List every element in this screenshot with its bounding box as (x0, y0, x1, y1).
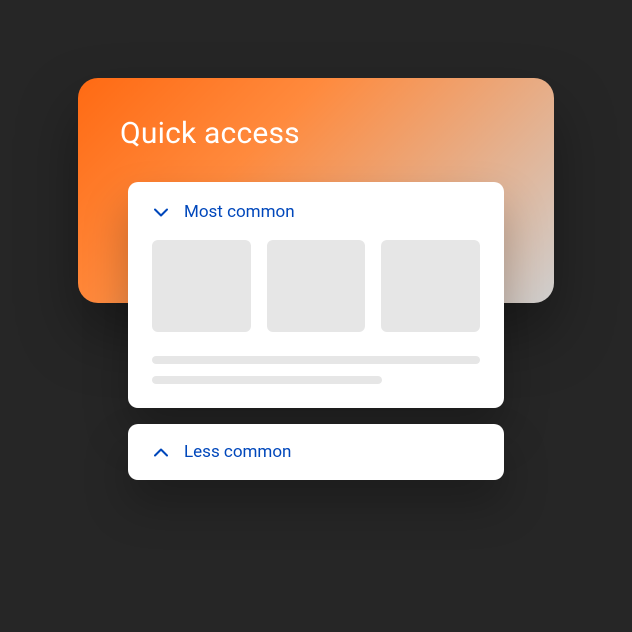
accordion-toggle-most-common[interactable]: Most common (128, 182, 504, 232)
chevron-up-icon (152, 443, 170, 461)
quick-access-title: Quick access (120, 116, 512, 151)
accordion-group: Most common Less common (128, 182, 504, 496)
chevron-down-icon (152, 203, 170, 221)
accordion-panel-most-common: Most common (128, 182, 504, 408)
accordion-label: Most common (184, 202, 295, 222)
text-placeholder-line (152, 356, 480, 364)
tile-row (152, 240, 480, 332)
accordion-panel-less-common: Less common (128, 424, 504, 480)
tile-placeholder[interactable] (267, 240, 366, 332)
text-placeholder-line (152, 376, 382, 384)
tile-placeholder[interactable] (381, 240, 480, 332)
accordion-label: Less common (184, 442, 291, 462)
accordion-toggle-less-common[interactable]: Less common (128, 424, 504, 480)
tile-placeholder[interactable] (152, 240, 251, 332)
accordion-body-most-common (128, 232, 504, 408)
